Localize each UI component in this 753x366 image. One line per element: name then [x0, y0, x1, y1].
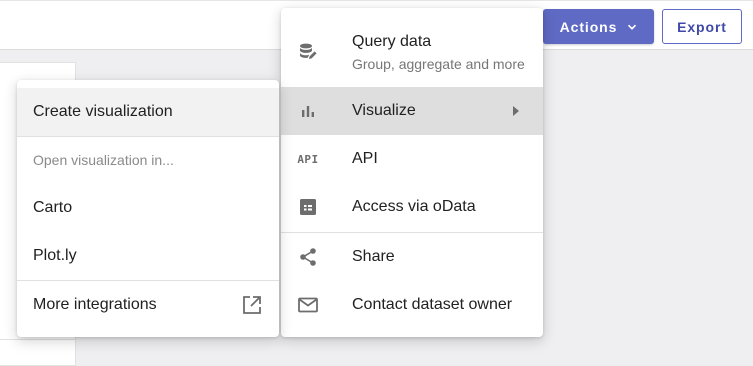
chevron-down-icon: [628, 24, 637, 30]
api-label: API: [352, 150, 378, 167]
submenu-arrow-icon: [513, 106, 519, 116]
actions-button[interactable]: Actions: [543, 9, 654, 44]
menu-item-query-data[interactable]: Query data Group, aggregate and more: [281, 8, 543, 87]
query-data-sublabel: Group, aggregate and more: [352, 56, 525, 72]
actions-button-label: Actions: [559, 18, 618, 35]
export-button[interactable]: Export: [662, 9, 742, 44]
open-in-new-icon: [241, 294, 263, 316]
share-label: Share: [352, 248, 395, 265]
query-data-label: Query data: [352, 33, 432, 50]
menu-item-odata[interactable]: Access via oData: [281, 183, 543, 231]
menu-item-create-visualization[interactable]: Create visualization: [17, 88, 279, 136]
menu-item-contact[interactable]: Contact dataset owner: [281, 281, 543, 329]
menu-item-share[interactable]: Share: [281, 233, 543, 281]
create-visualization-label: Create visualization: [33, 103, 173, 120]
divider: [0, 339, 75, 340]
menu-item-plotly[interactable]: Plot.ly: [17, 232, 279, 280]
open-visualization-caption-row: Open visualization in...: [17, 137, 279, 183]
mail-icon: [297, 294, 319, 316]
open-visualization-caption: Open visualization in...: [33, 152, 174, 168]
odata-label: Access via oData: [352, 198, 476, 215]
plotly-label: Plot.ly: [33, 247, 77, 264]
database-edit-icon: [297, 41, 319, 63]
api-icon: API: [297, 152, 319, 166]
bar-chart-icon: [297, 100, 319, 122]
visualize-submenu: Create visualization Open visualization …: [17, 80, 279, 337]
more-integrations-label: More integrations: [33, 296, 157, 313]
menu-item-api[interactable]: API API: [281, 135, 543, 183]
share-icon: [297, 246, 319, 268]
app-screen: Actions Export Query data Group, aggrega…: [0, 0, 753, 366]
carto-label: Carto: [33, 199, 73, 216]
actions-menu: Query data Group, aggregate and more Vis…: [281, 8, 543, 337]
table-grid-icon: [297, 196, 319, 218]
contact-label: Contact dataset owner: [352, 296, 513, 313]
menu-item-more-integrations[interactable]: More integrations: [17, 281, 279, 329]
menu-item-visualize[interactable]: Visualize: [281, 87, 543, 135]
visualize-label: Visualize: [352, 102, 416, 119]
menu-item-carto[interactable]: Carto: [17, 184, 279, 232]
